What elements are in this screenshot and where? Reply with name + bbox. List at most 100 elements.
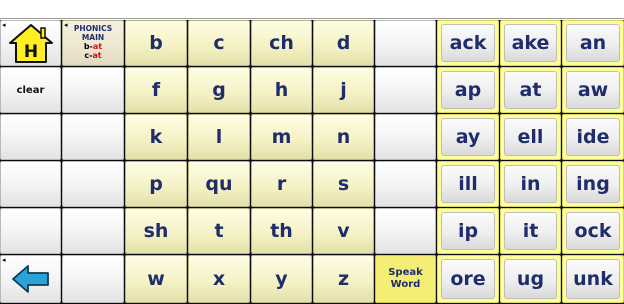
onset-label: th [270, 220, 293, 242]
back-button[interactable]: ◂ [0, 255, 61, 303]
onset-button[interactable]: t [188, 208, 250, 254]
onset-button[interactable]: sh [125, 208, 187, 254]
blank-cell[interactable] [62, 255, 124, 303]
clear-button[interactable]: clear [0, 67, 61, 113]
onset-label: b [149, 32, 163, 54]
rime-button[interactable]: unk [562, 255, 624, 303]
rime-button[interactable]: at [500, 67, 561, 113]
onset-label: n [336, 126, 351, 148]
blank-cell[interactable] [375, 114, 436, 160]
rime-label: ore [441, 259, 495, 299]
folder-marker: ◂ [2, 21, 6, 29]
onset-label: qu [205, 173, 233, 195]
rime-label: ug [504, 259, 557, 299]
speak-word-button[interactable]: Speak Word [375, 255, 436, 303]
rime-button[interactable]: ack [437, 20, 499, 66]
onset-button[interactable]: l [188, 114, 250, 160]
onset-button[interactable]: z [313, 255, 374, 303]
onset-button[interactable]: r [251, 161, 312, 207]
rime-button[interactable]: ug [500, 255, 561, 303]
phonics-title-line2: MAIN [81, 33, 105, 42]
onset-button[interactable]: b [125, 20, 187, 66]
rime-label: ack [441, 24, 495, 62]
rime-label: ill [441, 165, 495, 203]
onset-button[interactable]: j [313, 67, 374, 113]
onset-button[interactable]: k [125, 114, 187, 160]
onset-label: s [337, 173, 350, 195]
onset-button[interactable]: x [188, 255, 250, 303]
onset-label: ch [269, 32, 294, 54]
rime-button[interactable]: an [562, 20, 624, 66]
blank-cell[interactable] [62, 114, 124, 160]
home-button[interactable]: ◂ H [0, 20, 61, 66]
onset-label: v [337, 220, 350, 242]
blank-cell[interactable] [62, 67, 124, 113]
rime-label: in [504, 165, 557, 203]
rime-button[interactable]: ap [437, 67, 499, 113]
rime-button[interactable]: ill [437, 161, 499, 207]
onset-button[interactable]: c [188, 20, 250, 66]
onset-label: k [149, 126, 163, 148]
phonics-main-button[interactable]: ◂ PHONICS MAIN b-at c-at [62, 20, 124, 66]
onset-button[interactable]: m [251, 114, 312, 160]
onset-label: x [212, 268, 226, 290]
phonics-example-1: b-at [83, 42, 103, 51]
rime-button[interactable]: ing [562, 161, 624, 207]
blank-cell[interactable] [0, 161, 61, 207]
rime-button[interactable]: ide [562, 114, 624, 160]
rime-label: ock [566, 212, 620, 250]
rime-button[interactable]: ip [437, 208, 499, 254]
rime-label: an [566, 24, 620, 62]
blank-cell[interactable] [375, 161, 436, 207]
speak-word-line2: Word [390, 279, 421, 290]
top-bar [0, 0, 624, 19]
blank-cell[interactable] [62, 208, 124, 254]
onset-button[interactable]: w [125, 255, 187, 303]
onset-button[interactable]: v [313, 208, 374, 254]
rime-label: ell [504, 118, 557, 156]
onset-button[interactable]: th [251, 208, 312, 254]
onset-button[interactable]: n [313, 114, 374, 160]
onset-button[interactable]: y [251, 255, 312, 303]
onset-button[interactable]: d [313, 20, 374, 66]
blank-cell[interactable] [0, 114, 61, 160]
onset-label: d [336, 32, 351, 54]
rime-button[interactable]: it [500, 208, 561, 254]
rime-button[interactable]: ake [500, 20, 561, 66]
onset-label: p [149, 173, 163, 195]
blank-cell[interactable] [0, 208, 61, 254]
onset-button[interactable]: g [188, 67, 250, 113]
rime-button[interactable]: aw [562, 67, 624, 113]
blank-cell[interactable] [375, 208, 436, 254]
folder-marker: ◂ [64, 21, 68, 29]
onset-button[interactable]: f [125, 67, 187, 113]
onset-button[interactable]: ch [251, 20, 312, 66]
rime-button[interactable]: ay [437, 114, 499, 160]
phonics-board: ◂ H clear ◂ ◂ PHONICS MAIN b-at c-at b c… [0, 20, 624, 304]
onset-button[interactable]: qu [188, 161, 250, 207]
onset-button[interactable]: s [313, 161, 374, 207]
rime-label: at [504, 71, 557, 109]
blank-cell[interactable] [62, 161, 124, 207]
onset-button[interactable]: h [251, 67, 312, 113]
rime-button[interactable]: ock [562, 208, 624, 254]
clear-label: clear [16, 84, 45, 96]
onset-label: sh [143, 220, 169, 242]
onset-button[interactable]: p [125, 161, 187, 207]
onset-label: g [212, 79, 226, 101]
blank-cell[interactable] [375, 20, 436, 66]
folder-marker: ◂ [2, 256, 6, 264]
rime-label: ide [566, 118, 620, 156]
rime-label: aw [566, 71, 620, 109]
onset-label: j [340, 79, 347, 101]
onset-label: y [275, 268, 288, 290]
speak-word-line1: Speak [388, 267, 423, 278]
rime-label: ing [566, 165, 620, 203]
blank-cell[interactable] [375, 67, 436, 113]
rime-button[interactable]: ore [437, 255, 499, 303]
phonics-example-2: c-at [84, 51, 102, 60]
phonics-title-line1: PHONICS [73, 24, 113, 33]
rime-button[interactable]: ell [500, 114, 561, 160]
onset-label: m [271, 126, 292, 148]
rime-button[interactable]: in [500, 161, 561, 207]
